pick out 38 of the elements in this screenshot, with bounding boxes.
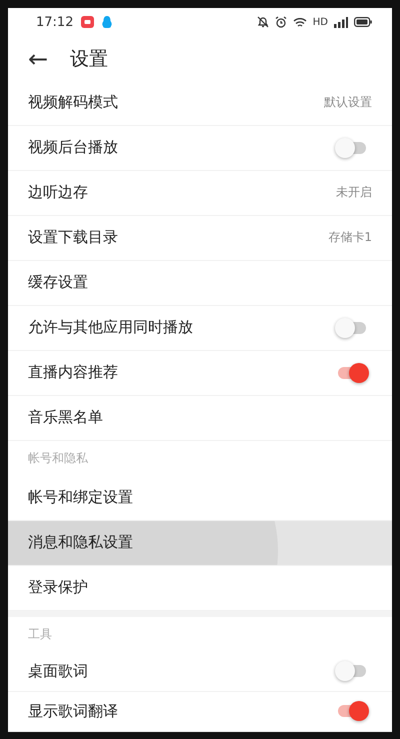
settings-row[interactable]: 视频后台播放 — [8, 126, 392, 171]
wifi-icon — [292, 16, 307, 28]
battery-icon — [354, 17, 372, 28]
setting-label: 允许与其他应用同时播放 — [28, 318, 193, 338]
setting-label: 桌面歌词 — [28, 662, 88, 681]
setting-label: 直播内容推荐 — [28, 363, 118, 382]
setting-label: 音乐黑名单 — [28, 408, 103, 428]
setting-value: 默认设置 — [324, 94, 372, 112]
signal-icon — [334, 16, 348, 28]
setting-label: 视频解码模式 — [28, 93, 118, 112]
setting-value: 存储卡1 — [328, 229, 372, 246]
setting-label: 边听边存 — [28, 183, 88, 202]
status-time: 17:12 — [36, 14, 74, 30]
settings-row[interactable]: 登录保护 — [8, 566, 392, 611]
setting-label: 消息和隐私设置 — [28, 533, 133, 552]
setting-label: 显示歌词翻译 — [28, 702, 118, 721]
settings-row[interactable]: 音乐黑名单 — [8, 396, 392, 441]
setting-label: 设置下载目录 — [28, 228, 118, 248]
back-button[interactable]: ← — [28, 46, 48, 71]
setting-label: 缓存设置 — [28, 273, 88, 292]
settings-row[interactable]: 边听边存 未开启 — [8, 170, 392, 216]
settings-row[interactable]: 允许与其他应用同时播放 — [8, 306, 392, 351]
section-title: 工具 — [28, 626, 52, 643]
settings-row[interactable]: 设置下载目录 存储卡1 — [8, 216, 392, 261]
settings-row[interactable]: 缓存设置 — [8, 260, 392, 306]
setting-value: 未开启 — [336, 184, 372, 202]
section-title: 帐号和隐私 — [28, 450, 88, 467]
alarm-icon — [274, 16, 287, 28]
settings-row[interactable]: 消息和隐私设置 — [8, 520, 392, 566]
settings-row[interactable]: 直播内容推荐 — [8, 350, 392, 396]
app-icon — [81, 16, 94, 28]
setting-label: 视频后台播放 — [28, 138, 118, 158]
penguin-icon — [102, 16, 112, 29]
page-title: 设置 — [70, 46, 108, 72]
bell-icon — [256, 16, 269, 28]
setting-label: 帐号和绑定设置 — [28, 488, 133, 508]
network-label: HD — [312, 16, 328, 28]
setting-label: 登录保护 — [28, 578, 88, 598]
